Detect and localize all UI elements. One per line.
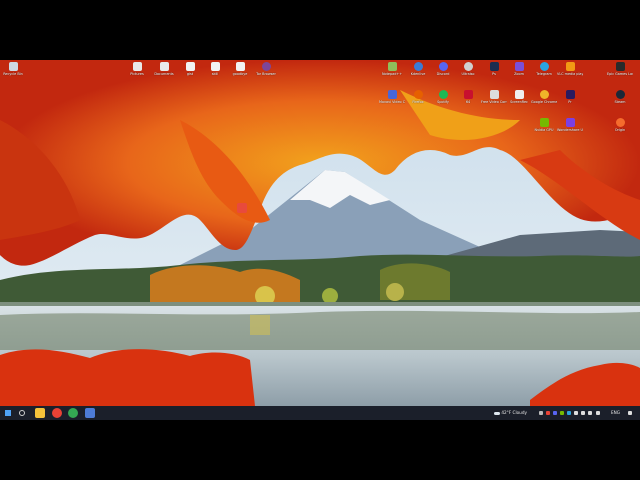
desktop-icon-spotify[interactable]: Spotify bbox=[430, 90, 456, 104]
screenrec-icon bbox=[514, 90, 524, 99]
vlc-icon bbox=[565, 62, 575, 71]
chrome-profile-taskbar-button[interactable] bbox=[68, 408, 78, 418]
desktop-icon-notepadpp[interactable]: Notepad++ bbox=[379, 62, 405, 76]
tray-chevron-icon[interactable] bbox=[539, 411, 543, 415]
start-icon bbox=[5, 410, 11, 416]
desktop-icon-nvidia[interactable]: Nvidia GPU bbox=[531, 118, 557, 132]
desktop-icon-pictures[interactable]: Pictures bbox=[124, 62, 150, 76]
premiere-icon bbox=[565, 90, 575, 99]
folder-pictures-icon bbox=[132, 62, 142, 71]
movavi-icon bbox=[387, 90, 397, 99]
desktop-icon-kdenlive[interactable]: Kdenlive bbox=[405, 62, 431, 76]
kdenlive-icon bbox=[413, 62, 423, 71]
taskbar: 42°F Cloudy ENG bbox=[0, 406, 640, 420]
search-icon bbox=[19, 410, 25, 416]
file-icon bbox=[185, 62, 195, 71]
tor-browser-icon bbox=[261, 62, 271, 71]
desktop-icon-uniconverter[interactable]: Wondershare UniConverter bbox=[557, 118, 583, 132]
origin-icon bbox=[615, 118, 625, 127]
maple-foreground-left bbox=[0, 349, 255, 406]
video-converter-icon bbox=[489, 90, 499, 99]
volume-icon[interactable] bbox=[581, 411, 585, 415]
desktop-icon-aida64[interactable]: 64 bbox=[455, 90, 481, 104]
desktop-screen: Recycle Bin Pictures Documents gist skil… bbox=[0, 60, 640, 420]
desktop-icon-gist[interactable]: gist bbox=[177, 62, 203, 76]
desktop-icon-recycle-bin[interactable]: Recycle Bin bbox=[0, 62, 26, 76]
desktop-icon-firefox[interactable]: Firefox bbox=[405, 90, 431, 104]
desktop-icon-video-converter[interactable]: Free Video Converter bbox=[481, 90, 507, 104]
desktop-icon-shortcut[interactable] bbox=[229, 203, 255, 214]
desktop-icon-origin[interactable]: Origin bbox=[607, 118, 633, 132]
desktop-icon-screenrec[interactable]: ScreenRec bbox=[506, 90, 532, 104]
zoom-icon bbox=[514, 62, 524, 71]
tray-nvidia-icon[interactable] bbox=[560, 411, 564, 415]
notepadpp-icon bbox=[387, 62, 397, 71]
firefox-icon bbox=[413, 90, 423, 99]
onedrive-icon[interactable] bbox=[596, 411, 600, 415]
cloud-icon bbox=[494, 411, 500, 415]
photoshop-icon bbox=[489, 62, 499, 71]
discord-icon bbox=[438, 62, 448, 71]
notifications-icon[interactable] bbox=[628, 411, 632, 415]
desktop-icon-zoom[interactable]: Zoom bbox=[506, 62, 532, 76]
battery-icon[interactable] bbox=[588, 411, 592, 415]
nvidia-icon bbox=[539, 118, 549, 127]
network-icon[interactable] bbox=[574, 411, 578, 415]
weather-condition: Cloudy bbox=[512, 410, 527, 415]
file-explorer-taskbar-button[interactable] bbox=[35, 408, 45, 418]
desktop-icon-premiere[interactable]: Pr bbox=[557, 90, 583, 104]
weather-widget[interactable]: 42°F Cloudy bbox=[494, 406, 527, 420]
tray-app-icon[interactable] bbox=[546, 411, 550, 415]
uniconverter-icon bbox=[565, 118, 575, 127]
tray-telegram-icon[interactable] bbox=[567, 411, 571, 415]
app-taskbar-button[interactable] bbox=[85, 408, 95, 418]
search-button[interactable] bbox=[17, 408, 27, 418]
spotify-icon bbox=[438, 90, 448, 99]
epic-games-icon bbox=[615, 62, 625, 71]
file-icon bbox=[235, 62, 245, 71]
recycle-bin-icon bbox=[8, 62, 18, 71]
desktop-icon-chrome[interactable]: Google Chrome bbox=[531, 90, 557, 104]
desktop-icon-telegram[interactable]: Telegram bbox=[531, 62, 557, 76]
telegram-icon bbox=[539, 62, 549, 71]
folder-documents-icon bbox=[159, 62, 169, 71]
desktop-icon-epic-games[interactable]: Epic Games Launcher bbox=[607, 62, 633, 76]
desktop-icon-ultraiso[interactable]: Ultraiso bbox=[455, 62, 481, 76]
desktop-icon-skill[interactable]: skill bbox=[202, 62, 228, 76]
desktop-icon-documents[interactable]: Documents bbox=[151, 62, 177, 76]
desktop-icon-steam[interactable]: Steam bbox=[607, 90, 633, 104]
chrome-icon bbox=[539, 90, 549, 99]
aida64-icon bbox=[463, 90, 473, 99]
desktop-icon-goodbye[interactable]: goodbye bbox=[227, 62, 253, 76]
start-button[interactable] bbox=[3, 408, 13, 418]
shortcut-icon bbox=[237, 203, 247, 213]
tray-discord-icon[interactable] bbox=[553, 411, 557, 415]
weather-temp: 42°F bbox=[501, 410, 512, 415]
wallpaper bbox=[0, 60, 640, 406]
steam-icon bbox=[615, 90, 625, 99]
ultraiso-icon bbox=[463, 62, 473, 71]
chrome-taskbar-button[interactable] bbox=[52, 408, 62, 418]
desktop-icon-discord[interactable]: Discord bbox=[430, 62, 456, 76]
desktop-icon-tor-browser[interactable]: Tor Browser bbox=[253, 62, 279, 76]
language-indicator[interactable]: ENG bbox=[611, 406, 620, 420]
file-icon bbox=[210, 62, 220, 71]
desktop-icon-vlc[interactable]: VLC media player bbox=[557, 62, 583, 76]
desktop-icon-movavi[interactable]: Movavi Video Converter bbox=[379, 90, 405, 104]
desktop-icon-photoshop[interactable]: Ps bbox=[481, 62, 507, 76]
